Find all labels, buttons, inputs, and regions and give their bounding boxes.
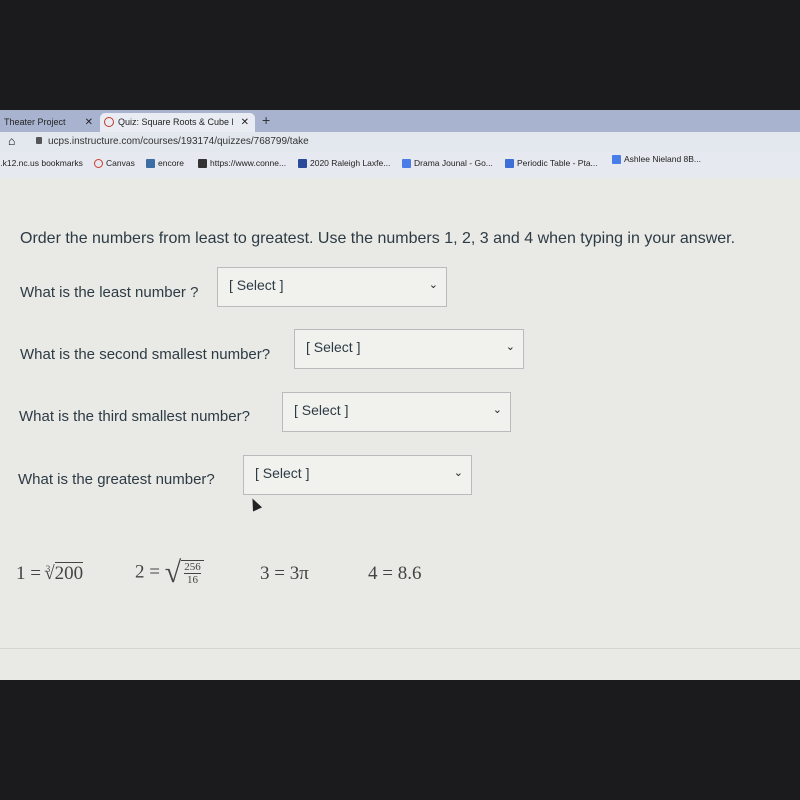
fraction: 256 16 — [181, 560, 204, 586]
chevron-down-icon: ⌄ — [428, 279, 438, 291]
tab-quiz[interactable]: Quiz: Square Roots & Cube Roots ✕ — [100, 113, 255, 132]
bookmark-drama[interactable]: Drama Jounal - Go... — [402, 158, 493, 168]
site-icon — [298, 158, 307, 168]
bookmark-label: Canvas — [106, 158, 135, 168]
tab-label: Quiz: Square Roots & Cube Roots — [118, 117, 233, 127]
pt-icon — [505, 158, 514, 168]
select-value: [ Select ] — [229, 277, 284, 293]
url-text[interactable]: ucps.instructure.com/courses/193174/quiz… — [48, 136, 309, 147]
tab-bar: Theater Project ✕ Quiz: Square Roots & Cu… — [0, 110, 800, 132]
expr-label: 2 = — [135, 561, 160, 583]
close-tab-icon[interactable]: ✕ — [85, 113, 93, 132]
question-3-label: What is the third smallest number? — [19, 408, 250, 425]
bookmark-canvas[interactable]: Canvas — [94, 158, 135, 168]
canvas-icon — [104, 117, 114, 127]
bookmark-label: Periodic Table - Pta... — [517, 158, 598, 168]
expr-label: 4 = — [368, 563, 393, 584]
expression-4: 4 = 8.6 — [368, 563, 421, 585]
bookmark-raleigh[interactable]: 2020 Raleigh Laxfe... — [298, 158, 390, 168]
select-least[interactable]: [ Select ] ⌄ — [217, 267, 447, 307]
bookmark-label: Ashlee Nieland 8B... — [624, 154, 702, 164]
bookmark-label: s.k12.nc.us bookmarks — [0, 158, 83, 168]
numerator: 256 — [184, 561, 201, 574]
bookmark-folder[interactable]: s.k12.nc.us bookmarks — [0, 158, 83, 168]
close-tab-icon[interactable]: ✕ — [241, 113, 249, 132]
expression-1: 1 = 3√200 — [16, 562, 84, 584]
canvas-icon — [94, 158, 103, 168]
bookmark-ashlee[interactable]: Ashlee Nieland 8B... — [612, 154, 701, 164]
bookmark-label: https://www.conne... — [210, 158, 287, 168]
docs-icon — [612, 154, 621, 164]
expr-value: 8.6 — [397, 563, 422, 584]
tab-theater-project[interactable]: Theater Project ✕ — [0, 113, 99, 132]
chevron-down-icon: ⌄ — [492, 404, 502, 416]
address-bar[interactable]: ⌂ ucps.instructure.com/courses/193174/qu… — [0, 132, 800, 152]
bookmark-conne[interactable]: https://www.conne... — [198, 158, 286, 168]
chevron-down-icon: ⌄ — [453, 467, 463, 479]
radicand: 200 — [54, 562, 84, 584]
bookmark-label: 2020 Raleigh Laxfe... — [310, 158, 391, 168]
expr-label: 1 = — [16, 563, 41, 584]
expression-2: 2 = √ 256 16 — [135, 556, 204, 590]
select-third[interactable]: [ Select ] ⌄ — [282, 392, 511, 432]
docs-icon — [402, 158, 411, 168]
encore-icon — [146, 158, 155, 168]
bookmarks-bar: s.k12.nc.us bookmarks Canvas encore http… — [0, 152, 800, 178]
bookmark-label: encore — [158, 158, 184, 168]
bookmark-periodic[interactable]: Periodic Table - Pta... — [505, 158, 598, 168]
instructions: Order the numbers from least to greatest… — [20, 230, 736, 247]
expression-3: 3 = 3π — [260, 563, 309, 585]
select-value: [ Select ] — [255, 465, 310, 481]
divider — [0, 648, 800, 649]
lock-icon — [36, 137, 42, 144]
select-value: [ Select ] — [294, 402, 349, 418]
select-second[interactable]: [ Select ] ⌄ — [294, 329, 524, 369]
select-value: [ Select ] — [306, 339, 361, 355]
tab-label: Theater Project — [4, 117, 66, 127]
chevron-down-icon: ⌄ — [505, 341, 515, 353]
new-tab-button[interactable]: + — [262, 112, 270, 128]
question-2-label: What is the second smallest number? — [20, 346, 271, 363]
question-1-label: What is the least number ? — [20, 284, 199, 301]
expr-label: 3 = — [260, 563, 285, 584]
mouse-cursor — [247, 496, 263, 512]
bookmark-encore[interactable]: encore — [146, 158, 184, 168]
expr-value: 3π — [289, 563, 309, 584]
select-greatest[interactable]: [ Select ] ⌄ — [243, 455, 472, 495]
home-icon[interactable]: ⌂ — [8, 134, 15, 148]
question-4-label: What is the greatest number? — [18, 471, 215, 488]
page-icon — [198, 158, 207, 168]
radical-index: 3 — [45, 563, 51, 574]
quiz-page: Order the numbers from least to greatest… — [0, 178, 800, 680]
denominator: 16 — [186, 574, 198, 586]
bookmark-label: Drama Jounal - Go... — [414, 158, 493, 168]
